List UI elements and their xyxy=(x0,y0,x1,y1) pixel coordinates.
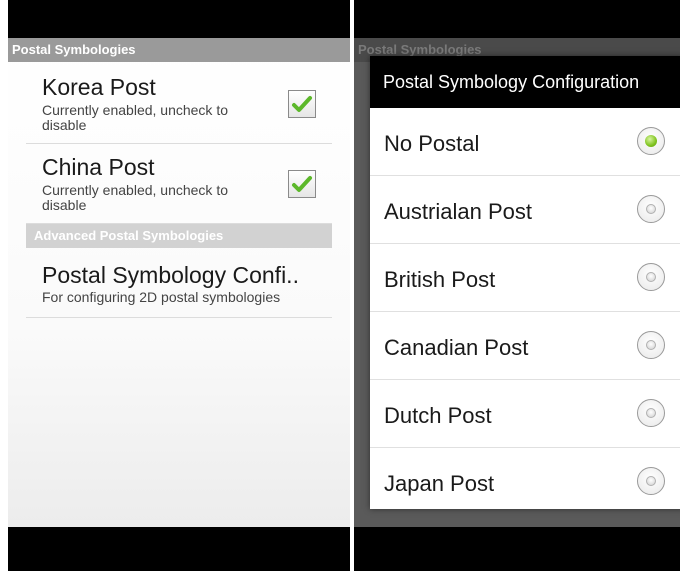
option-australian-post[interactable]: Austrialan Post xyxy=(370,176,680,244)
china-post-checkbox[interactable] xyxy=(288,170,316,198)
option-japan-post[interactable]: Japan Post xyxy=(370,448,680,509)
settings-screen: Postal Symbologies Korea Post Currently … xyxy=(8,0,350,571)
option-british-post[interactable]: British Post xyxy=(370,244,680,312)
dialog-title: Postal Symbology Configuration xyxy=(370,56,680,108)
pref-title: Korea Post xyxy=(42,74,156,100)
radio-dot xyxy=(646,204,656,214)
status-bar xyxy=(8,0,350,38)
checkmark-icon xyxy=(292,96,312,112)
category-header-advanced: Advanced Postal Symbologies xyxy=(26,224,332,248)
option-label: Dutch Post xyxy=(384,403,492,428)
radio-dot xyxy=(646,408,656,418)
radio-button-icon[interactable] xyxy=(637,331,665,359)
radio-button-icon[interactable] xyxy=(637,399,665,427)
radio-dot xyxy=(646,340,656,350)
option-label: Canadian Post xyxy=(384,335,529,360)
option-label: Japan Post xyxy=(384,471,495,496)
radio-dot xyxy=(645,135,657,147)
radio-button-icon[interactable] xyxy=(637,195,665,223)
pref-summary: For configuring 2D postal symbologies xyxy=(42,289,281,305)
pref-title: China Post xyxy=(42,154,155,180)
option-label: Austrialan Post xyxy=(384,199,532,224)
option-dutch-post[interactable]: Dutch Post xyxy=(370,380,680,448)
pref-china-post[interactable]: China Post Currently enabled, uncheck to… xyxy=(26,144,332,224)
option-label: No Postal xyxy=(384,131,480,156)
postal-config-dialog: Postal Symbology Configuration No Postal… xyxy=(370,56,680,509)
radio-dot xyxy=(646,272,656,282)
pref-summary: Currently enabled, uncheck to disable xyxy=(42,102,228,133)
configuration-dialog-screen: Postal Symbologies Postal Symbology Conf… xyxy=(354,0,680,571)
option-no-postal[interactable]: No Postal xyxy=(370,108,680,176)
preferences-list: Postal Symbologies Korea Post Currently … xyxy=(8,38,350,527)
option-canadian-post[interactable]: Canadian Post xyxy=(370,312,680,380)
radio-dot xyxy=(646,476,656,486)
checkmark-icon xyxy=(292,176,312,192)
korea-post-checkbox[interactable] xyxy=(288,90,316,118)
option-label: British Post xyxy=(384,267,496,292)
pref-postal-symbology-config[interactable]: Postal Symbology Confi.. For configuring… xyxy=(26,248,332,318)
pref-title: Postal Symbology Confi.. xyxy=(42,262,299,288)
status-bar xyxy=(354,0,680,38)
navigation-bar xyxy=(8,527,350,571)
category-header-postal: Postal Symbologies xyxy=(8,38,350,62)
pref-summary: Currently enabled, uncheck to disable xyxy=(42,182,228,213)
radio-button-icon[interactable] xyxy=(637,127,665,155)
radio-button-icon[interactable] xyxy=(637,263,665,291)
pref-korea-post[interactable]: Korea Post Currently enabled, uncheck to… xyxy=(26,62,332,144)
navigation-bar xyxy=(354,527,680,571)
radio-button-icon[interactable] xyxy=(637,467,665,495)
